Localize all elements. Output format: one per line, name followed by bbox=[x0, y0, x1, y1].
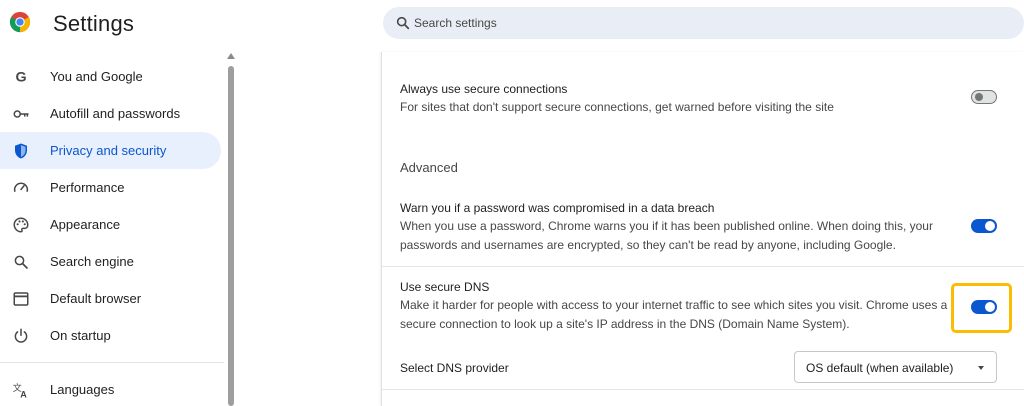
sidebar-item-languages[interactable]: 文 A Languages bbox=[0, 371, 221, 406]
sidebar-item-on-startup[interactable]: On startup bbox=[0, 317, 221, 354]
sidebar-item-appearance[interactable]: Appearance bbox=[0, 206, 221, 243]
sidebar-item-label: You and Google bbox=[50, 69, 143, 84]
sidebar-item-default-browser[interactable]: Default browser bbox=[0, 280, 221, 317]
secure-connections-description: For sites that don't support secure conn… bbox=[400, 100, 834, 114]
shield-icon bbox=[15, 143, 27, 159]
dropdown-arrow-icon bbox=[978, 366, 984, 370]
secure-connections-title: Always use secure connections bbox=[400, 82, 568, 96]
sidebar-item-performance[interactable]: Performance bbox=[0, 169, 221, 206]
password-warning-toggle[interactable] bbox=[971, 219, 997, 233]
secure-dns-title: Use secure DNS bbox=[400, 280, 490, 294]
sidebar-item-autofill[interactable]: Autofill and passwords bbox=[0, 95, 221, 132]
power-icon bbox=[14, 328, 28, 343]
chrome-logo-icon[interactable] bbox=[9, 11, 31, 33]
search-input[interactable] bbox=[414, 7, 974, 39]
browser-window-icon bbox=[13, 292, 29, 306]
toggle-knob bbox=[985, 221, 995, 231]
toggle-knob bbox=[975, 93, 983, 101]
password-warning-description: When you use a password, Chrome warns yo… bbox=[400, 219, 933, 252]
sidebar-item-label: Languages bbox=[50, 382, 115, 397]
google-g-icon: G bbox=[15, 70, 26, 86]
sidebar-item-label: On startup bbox=[50, 328, 111, 343]
sidebar-item-search-engine[interactable]: Search engine bbox=[0, 243, 221, 280]
sidebar-divider bbox=[0, 362, 224, 363]
scrollbar-thumb[interactable] bbox=[228, 66, 234, 406]
privacy-settings-card: Always use secure connections For sites … bbox=[381, 52, 1024, 406]
secure-dns-description: Make it harder for people with access to… bbox=[400, 298, 948, 331]
header: Settings bbox=[0, 0, 1024, 48]
sidebar-item-label: Appearance bbox=[50, 217, 121, 232]
dns-provider-label: Select DNS provider bbox=[400, 361, 509, 375]
search-box[interactable] bbox=[383, 7, 1024, 39]
row-divider bbox=[382, 266, 1024, 267]
svg-text:A: A bbox=[20, 390, 27, 400]
speedometer-icon bbox=[13, 182, 29, 193]
sidebar-item-you-and-google[interactable]: G You and Google bbox=[0, 58, 221, 95]
sidebar-item-label: Search engine bbox=[50, 254, 134, 269]
sidebar-item-privacy[interactable]: Privacy and security bbox=[0, 132, 221, 169]
search-icon bbox=[14, 255, 28, 269]
password-warning-title: Warn you if a password was compromised i… bbox=[400, 201, 715, 215]
sidebar-item-label: Default browser bbox=[50, 291, 142, 306]
svg-text:G: G bbox=[15, 70, 26, 86]
sidebar-item-label: Performance bbox=[50, 180, 125, 195]
sidebar-scrollbar[interactable] bbox=[225, 53, 237, 406]
search-icon bbox=[396, 16, 410, 30]
secure-connections-toggle[interactable] bbox=[971, 90, 997, 104]
scroll-up-arrow-icon[interactable] bbox=[227, 53, 235, 59]
sidebar-item-label: Privacy and security bbox=[50, 143, 167, 158]
translate-icon: 文 A bbox=[13, 382, 28, 400]
advanced-section-heading: Advanced bbox=[400, 160, 458, 175]
palette-icon bbox=[13, 217, 29, 233]
key-icon bbox=[13, 110, 29, 118]
row-divider bbox=[382, 389, 1024, 390]
dns-provider-selected-value: OS default (when available) bbox=[806, 361, 954, 375]
highlight-annotation bbox=[951, 283, 1012, 333]
sidebar: G You and Google Autofill and passwords … bbox=[0, 56, 224, 406]
sidebar-item-label: Autofill and passwords bbox=[50, 106, 181, 121]
dns-provider-select[interactable]: OS default (when available) bbox=[794, 351, 997, 383]
page-title: Settings bbox=[53, 11, 135, 36]
